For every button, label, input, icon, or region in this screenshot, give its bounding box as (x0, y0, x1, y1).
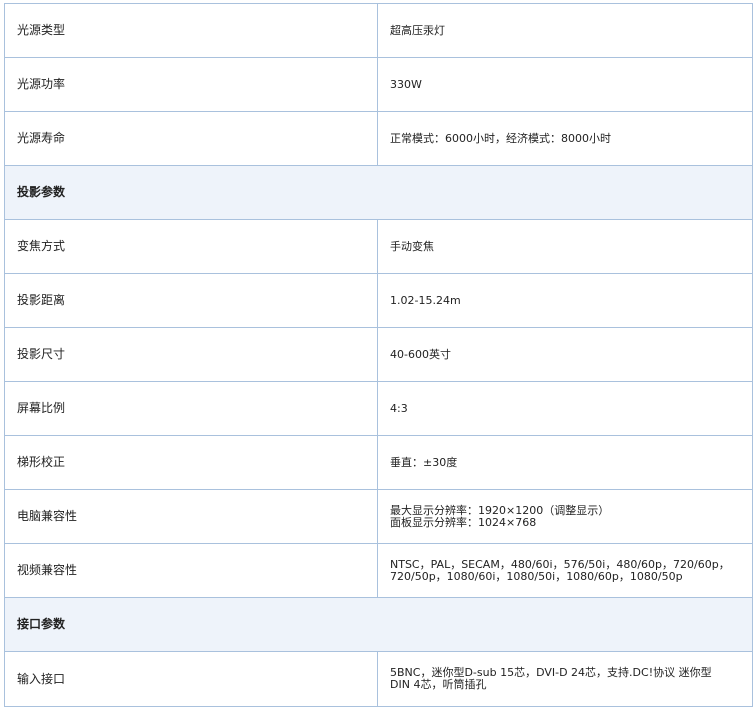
section-header-projection: 投影参数 (4, 165, 753, 220)
spec-row-lamp-life: 光源寿命 正常模式：6000小时，经济模式：8000小时 (4, 111, 753, 166)
row-value: 4:3 (377, 381, 753, 436)
row-label: 投影尺寸 (4, 327, 378, 382)
row-label: 光源寿命 (4, 111, 378, 166)
row-value: 最大显示分辨率：1920×1200（调整显示） 面板显示分辨率：1024×768 (377, 489, 753, 544)
spec-row-projection-size: 投影尺寸 40-600英寸 (4, 327, 753, 382)
row-label: 光源功率 (4, 57, 378, 112)
row-label: 电脑兼容性 (4, 489, 378, 544)
row-label: 梯形校正 (4, 435, 378, 490)
row-value: 手动变焦 (377, 219, 753, 274)
spec-table: 光源类型 超高压汞灯 光源功率 330W 光源寿命 正常模式：6000小时，经济… (4, 3, 753, 707)
spec-row-projection-distance: 投影距离 1.02-15.24m (4, 273, 753, 328)
section-title: 接口参数 (4, 597, 753, 652)
row-value: 330W (377, 57, 753, 112)
spec-row-aspect-ratio: 屏幕比例 4:3 (4, 381, 753, 436)
row-label: 屏幕比例 (4, 381, 378, 436)
row-label: 输入接口 (4, 651, 378, 707)
spec-row-light-source-type: 光源类型 超高压汞灯 (4, 3, 753, 58)
spec-row-pc-compatibility: 电脑兼容性 最大显示分辨率：1920×1200（调整显示） 面板显示分辨率：10… (4, 489, 753, 544)
row-label: 变焦方式 (4, 219, 378, 274)
row-value: 5BNC，迷你型D-sub 15芯，DVI-D 24芯，支持.DC!协议 迷你型… (377, 651, 753, 707)
spec-row-light-source-power: 光源功率 330W (4, 57, 753, 112)
spec-row-video-compatibility: 视频兼容性 NTSC，PAL，SECAM，480/60i，576/50i，480… (4, 543, 753, 598)
section-title: 投影参数 (4, 165, 753, 220)
row-value: 正常模式：6000小时，经济模式：8000小时 (377, 111, 753, 166)
row-value: NTSC，PAL，SECAM，480/60i，576/50i，480/60p，7… (377, 543, 753, 598)
row-value: 40-600英寸 (377, 327, 753, 382)
spec-row-zoom-method: 变焦方式 手动变焦 (4, 219, 753, 274)
row-label: 投影距离 (4, 273, 378, 328)
row-value: 1.02-15.24m (377, 273, 753, 328)
row-value: 垂直：±30度 (377, 435, 753, 490)
row-label: 光源类型 (4, 3, 378, 58)
row-label: 视频兼容性 (4, 543, 378, 598)
spec-row-keystone-correction: 梯形校正 垂直：±30度 (4, 435, 753, 490)
row-value: 超高压汞灯 (377, 3, 753, 58)
spec-row-input-ports: 输入接口 5BNC，迷你型D-sub 15芯，DVI-D 24芯，支持.DC!协… (4, 651, 753, 707)
section-header-interfaces: 接口参数 (4, 597, 753, 652)
